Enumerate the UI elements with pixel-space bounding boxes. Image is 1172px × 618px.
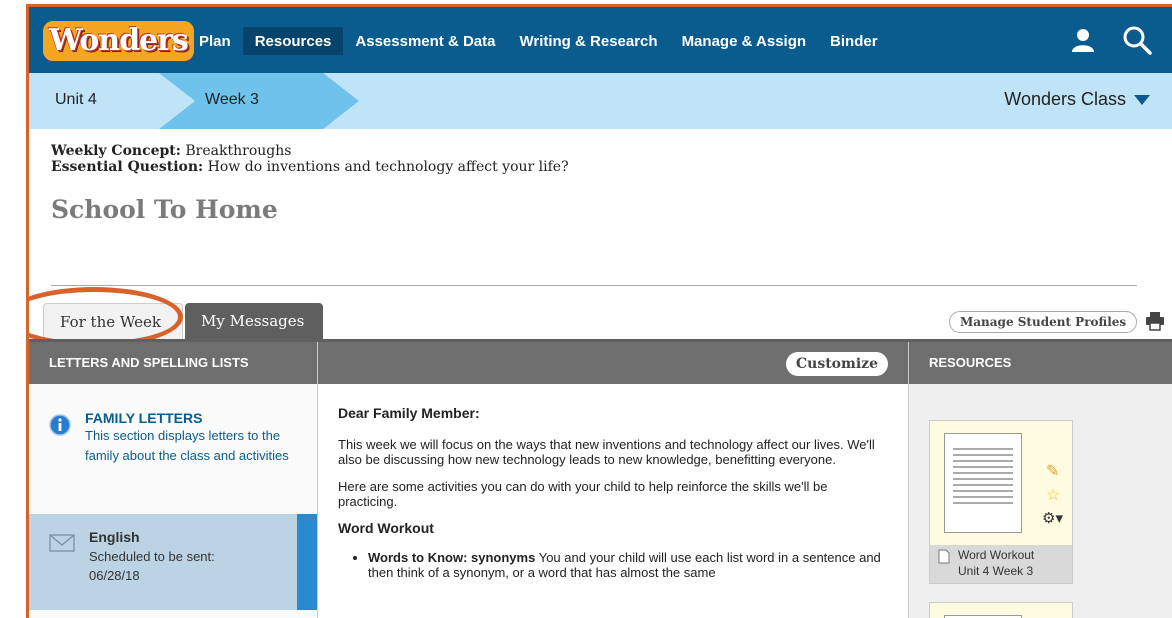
letter-bullets: Words to Know: synonyms You and your chi… xyxy=(338,550,888,580)
class-selector[interactable]: Wonders Class xyxy=(1004,89,1150,110)
nav-item-resources[interactable]: Resources xyxy=(242,27,344,55)
tab-for-the-week[interactable]: For the Week xyxy=(43,303,183,339)
breadcrumb-week-label: Week 3 xyxy=(205,91,259,108)
pencil-icon[interactable]: ✎ xyxy=(1046,461,1059,481)
manage-student-profiles-button[interactable]: Manage Student Profiles xyxy=(949,311,1138,333)
english-label: English xyxy=(89,529,140,545)
search-icon[interactable] xyxy=(1122,25,1152,55)
envelope-icon xyxy=(49,534,75,552)
resources-panel: RESOURCES ✎ ☆ ⚙▾ Word Workout Unit 4 Wee… xyxy=(908,342,1172,618)
gear-icon[interactable]: ⚙▾ xyxy=(1042,509,1063,527)
resource-title: Word Workout xyxy=(958,548,1035,562)
nav-menu: Plan Resources Assessment & Data Writing… xyxy=(187,27,890,55)
letter-greeting: Dear Family Member: xyxy=(338,405,480,421)
english-letter-text: English Scheduled to be sent: 06/28/18 xyxy=(89,528,215,585)
resource-label[interactable]: Word Workout Unit 4 Week 3 xyxy=(930,545,1072,583)
tab-my-messages[interactable]: My Messages xyxy=(185,303,323,339)
nav-item-plan[interactable]: Plan xyxy=(187,27,243,55)
question-label: Essential Question: xyxy=(51,159,204,175)
family-letters-section: FAMILY LETTERS This section displays let… xyxy=(29,384,317,514)
print-icon[interactable] xyxy=(1145,311,1165,331)
app-frame: Wonders Plan Resources Assessment & Data… xyxy=(26,4,1172,618)
family-letters-desc: This section displays letters to the fam… xyxy=(85,428,289,463)
letters-panel: LETTERS AND SPELLING LISTS FAMILY LETTER… xyxy=(29,342,318,618)
breadcrumb-unit-label: Unit 4 xyxy=(55,91,97,108)
resource-card[interactable]: ✎ ☆ ⚙▾ Word Workout Unit 4 Week 3 xyxy=(929,420,1073,584)
nav-item-binder[interactable]: Binder xyxy=(818,27,890,55)
divider xyxy=(51,285,1137,286)
class-selector-label: Wonders Class xyxy=(1004,89,1126,109)
letter-paragraph-1: This week we will focus on the ways that… xyxy=(338,437,875,467)
letter-paragraph-2: Here are some activities you can do with… xyxy=(338,479,828,509)
english-letter-item[interactable]: English Scheduled to be sent: 06/28/18 xyxy=(29,514,317,610)
family-letters-title: FAMILY LETTERS xyxy=(85,410,203,426)
customize-button[interactable]: Customize xyxy=(786,352,888,376)
breadcrumb-unit[interactable]: Unit 4 xyxy=(29,73,179,129)
resource-thumbnail[interactable] xyxy=(944,433,1022,533)
letters-panel-header: LETTERS AND SPELLING LISTS xyxy=(29,342,317,384)
top-nav: Wonders Plan Resources Assessment & Data… xyxy=(29,7,1172,73)
user-icon[interactable] xyxy=(1070,27,1096,53)
info-icon xyxy=(49,414,71,436)
letter-section-title: Word Workout xyxy=(338,520,434,536)
star-icon[interactable]: ☆ xyxy=(1046,485,1060,505)
resource-card-2[interactable] xyxy=(929,602,1073,618)
letter-panel-header: Customize xyxy=(318,342,908,384)
wonders-logo[interactable]: Wonders xyxy=(43,21,194,61)
caret-down-icon xyxy=(1134,94,1150,105)
letter-body: Dear Family Member: This week we will fo… xyxy=(318,384,908,581)
english-scheduled: Scheduled to be sent: xyxy=(89,549,215,564)
selected-indicator xyxy=(297,514,317,610)
resources-panel-header: RESOURCES xyxy=(909,342,1172,384)
page-title: School To Home xyxy=(51,195,278,224)
nav-item-assessment-data[interactable]: Assessment & Data xyxy=(343,27,507,55)
concept-label: Weekly Concept: xyxy=(51,143,181,159)
nav-item-writing-research[interactable]: Writing & Research xyxy=(507,27,669,55)
thumbnail-lines xyxy=(953,448,1013,508)
concept-value: Breakthroughs xyxy=(185,143,292,159)
question-value: How do inventions and technology affect … xyxy=(207,159,569,175)
english-date: 06/28/18 xyxy=(89,568,140,583)
breadcrumb-week[interactable]: Week 3 xyxy=(159,73,359,129)
letter-panel: Customize Dear Family Member: This week … xyxy=(318,342,908,618)
nav-item-manage-assign[interactable]: Manage & Assign xyxy=(670,27,818,55)
weekly-concept-block: Weekly Concept: Breakthroughs Essential … xyxy=(51,143,569,175)
breadcrumb: Unit 4 Week 3 Wonders Class xyxy=(29,73,1172,129)
letter-bullet: Words to Know: synonyms You and your chi… xyxy=(368,550,888,580)
resource-subtitle: Unit 4 Week 3 xyxy=(958,564,1034,578)
document-icon xyxy=(938,549,950,564)
bullet-label: Words to Know: synonyms xyxy=(368,550,536,565)
